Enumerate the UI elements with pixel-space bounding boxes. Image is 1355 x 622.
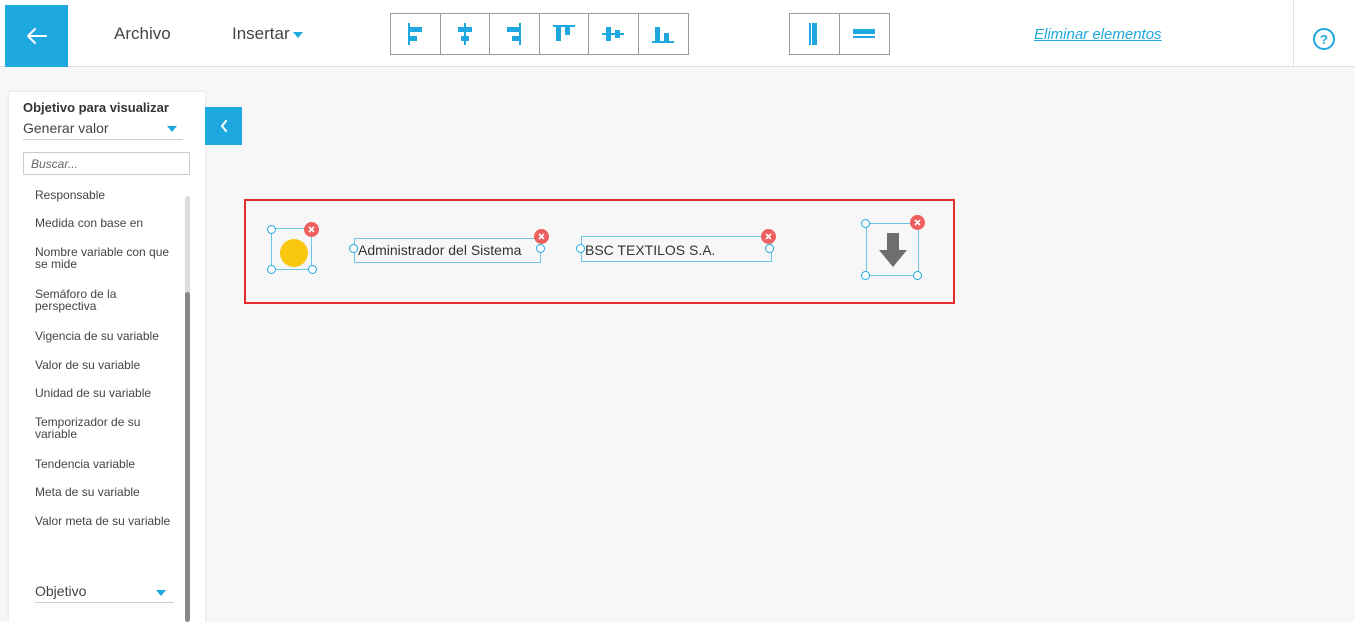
close-icon — [914, 219, 921, 226]
resize-handle[interactable] — [267, 265, 276, 274]
delete-widget-button[interactable] — [534, 229, 549, 244]
align-top-icon — [552, 25, 575, 41]
delete-widget-button[interactable] — [304, 222, 319, 237]
company-widget[interactable]: BSC TEXTILOS S.A. — [581, 236, 772, 262]
toolbar-divider — [1293, 0, 1294, 67]
close-icon — [308, 226, 315, 233]
list-item-nombre-variable[interactable]: Nombre variable con que se mide — [35, 246, 180, 270]
same-height-button[interactable] — [790, 14, 840, 54]
chevron-left-icon — [220, 120, 227, 132]
resize-handle[interactable] — [576, 244, 585, 253]
search-input[interactable] — [23, 152, 190, 175]
insert-menu[interactable]: Insertar — [232, 24, 303, 44]
responsible-widget[interactable]: Administrador del Sistema — [354, 238, 541, 263]
list-item-valor-meta[interactable]: Valor meta de su variable — [35, 515, 170, 527]
collapse-sidebar-button[interactable] — [205, 107, 242, 145]
section-select[interactable]: Objetivo — [35, 583, 174, 603]
semaphore-light — [280, 239, 308, 267]
align-center-horizontal-button[interactable] — [441, 14, 490, 54]
fields-sidebar: Objetivo para visualizar Generar valor R… — [9, 92, 205, 622]
resize-handle[interactable] — [765, 244, 774, 253]
same-height-icon — [809, 23, 818, 45]
responsible-text: Administrador del Sistema — [358, 242, 522, 258]
align-left-button[interactable] — [391, 14, 441, 54]
alignment-toolbar — [390, 13, 689, 55]
objective-select[interactable]: Generar valor — [23, 120, 183, 140]
align-right-icon — [507, 23, 522, 45]
close-icon — [538, 233, 545, 240]
list-item-medida[interactable]: Medida con base en — [35, 217, 143, 229]
list-item-valor[interactable]: Valor de su variable — [35, 359, 140, 371]
chevron-down-icon — [292, 32, 303, 38]
remove-elements-link[interactable]: Eliminar elementos — [1034, 26, 1162, 43]
list-item-temporizador[interactable]: Temporizador de su variable — [35, 416, 180, 440]
objective-select-value: Generar valor — [23, 120, 109, 136]
sidebar-scrollbar-thumb[interactable] — [185, 292, 190, 622]
delete-widget-button[interactable] — [761, 229, 776, 244]
delete-widget-button[interactable] — [910, 215, 925, 230]
sidebar-title: Objetivo para visualizar — [23, 100, 169, 115]
resize-handle[interactable] — [536, 244, 545, 253]
size-toolbar — [789, 13, 890, 55]
align-middle-vertical-button[interactable] — [589, 14, 639, 54]
list-item-vigencia[interactable]: Vigencia de su variable — [35, 330, 159, 342]
insert-menu-label: Insertar — [232, 24, 290, 43]
chevron-down-icon — [156, 590, 166, 596]
align-middle-vertical-icon — [602, 27, 625, 41]
list-item-meta[interactable]: Meta de su variable — [35, 486, 140, 498]
help-icon[interactable]: ? — [1313, 28, 1335, 50]
list-item-responsable[interactable]: Responsable — [35, 189, 105, 201]
resize-handle[interactable] — [349, 244, 358, 253]
section-select-value: Objetivo — [35, 583, 87, 599]
design-canvas[interactable]: Administrador del Sistema BSC TEXTILOS S… — [244, 199, 955, 304]
resize-handle[interactable] — [267, 225, 276, 234]
resize-handle[interactable] — [861, 219, 870, 228]
list-item-tendencia[interactable]: Tendencia variable — [35, 458, 135, 470]
top-toolbar: Archivo Insertar Eliminar elementos ? — [0, 0, 1355, 67]
resize-handle[interactable] — [913, 271, 922, 280]
arrow-left-icon — [26, 28, 47, 44]
align-center-horizontal-icon — [457, 23, 472, 45]
file-menu[interactable]: Archivo — [114, 24, 171, 44]
align-bottom-button[interactable] — [639, 14, 689, 54]
same-width-icon — [853, 29, 876, 38]
back-button[interactable] — [5, 5, 68, 67]
align-right-button[interactable] — [490, 14, 540, 54]
arrow-down-icon — [879, 233, 907, 267]
align-bottom-icon — [652, 27, 675, 43]
resize-handle[interactable] — [861, 271, 870, 280]
close-icon — [765, 233, 772, 240]
list-item-semaforo[interactable]: Semáforo de la perspectiva — [35, 288, 180, 312]
same-width-button[interactable] — [840, 14, 890, 54]
resize-handle[interactable] — [308, 265, 317, 274]
align-left-icon — [408, 23, 423, 45]
list-item-unidad[interactable]: Unidad de su variable — [35, 387, 151, 399]
company-text: BSC TEXTILOS S.A. — [585, 242, 716, 258]
align-top-button[interactable] — [540, 14, 589, 54]
trend-widget[interactable] — [866, 223, 919, 276]
chevron-down-icon — [167, 126, 177, 132]
